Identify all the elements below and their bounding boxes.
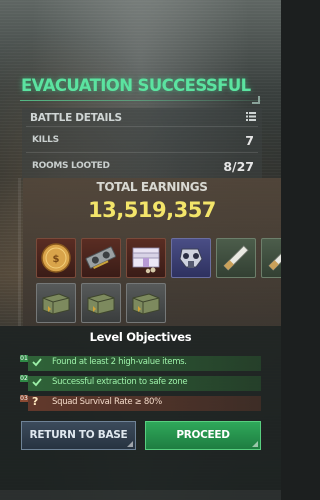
ammo-box-icon [87,293,115,315]
kills-label: KILLS [32,135,59,145]
checkmark-icon [32,358,42,367]
objective-number: 01 [20,355,28,362]
objective-text: Successful extraction to safe zone [52,377,188,387]
objective-item: 02 Successful extraction to safe zone [20,375,261,391]
proceed-button[interactable]: PROCEED [145,421,261,450]
return-to-base-label: RETURN TO BASE [29,429,128,441]
evacuation-result-screen: EVACUATION SUCCESSFUL BATTLE DETAILS KIL… [0,0,281,500]
objective-text: Found at least 2 high-value items. [52,357,187,367]
cigarette-icon [223,245,249,271]
panel-edge [18,178,21,326]
return-to-base-button[interactable]: RETURN TO BASE [21,421,136,450]
loot-slot[interactable] [216,238,256,278]
divider [26,152,258,153]
total-earnings-value: 13,519,357 [88,198,216,222]
level-objectives-title: Level Objectives [89,330,192,344]
evacuation-title: EVACUATION SUCCESSFUL [21,76,251,95]
level-objectives-panel [0,326,281,500]
kills-value: 7 [245,133,254,148]
loot-slot[interactable] [171,238,211,278]
loot-slot[interactable] [81,283,121,323]
objective-item: 03 ? Squad Survival Rate ≥ 80% [20,395,261,411]
ammo-box-icon [132,293,160,315]
svg-text:$: $ [53,254,60,265]
corner-mark [252,96,260,104]
checkmark-icon [32,378,42,387]
loot-slot[interactable] [81,238,121,278]
cigarette-icon [268,245,281,271]
objective-text: Squad Survival Rate ≥ 80% [52,397,162,407]
total-earnings-label: TOTAL EARNINGS [96,180,208,194]
objective-item: 01 Found at least 2 high-value items. [20,355,261,371]
battle-details-header: BATTLE DETAILS [30,112,122,124]
corner-notch [127,441,133,447]
title-underline [20,100,261,101]
battle-row-rooms-looted: ROOMS LOOTED 8/27 [22,156,262,178]
graphics-card-icon [85,246,116,269]
loot-slot[interactable] [126,283,166,323]
question-mark-icon: ? [32,395,39,408]
list-icon[interactable] [246,112,256,121]
ammo-box-icon [42,293,70,315]
cash-stack-icon [132,247,160,274]
gas-mask-icon [179,248,203,268]
objective-number: 02 [20,375,28,382]
battle-details-panel: BATTLE DETAILS KILLS 7 ROOMS LOOTED 8/27 [22,108,262,180]
bottom-strip [0,490,281,500]
loot-slot[interactable] [261,238,281,278]
rooms-looted-value: 8/27 [223,159,254,174]
loot-slot[interactable] [36,283,76,323]
battle-row-kills: KILLS 7 [22,130,262,152]
loot-slot[interactable]: $ [36,238,76,278]
proceed-label: PROCEED [176,429,230,441]
corner-notch [252,441,258,447]
gold-coin-icon: $ [41,243,71,273]
divider [26,126,258,127]
rooms-looted-label: ROOMS LOOTED [32,161,110,171]
objective-number: 03 [20,395,28,402]
loot-slot[interactable] [126,238,166,278]
